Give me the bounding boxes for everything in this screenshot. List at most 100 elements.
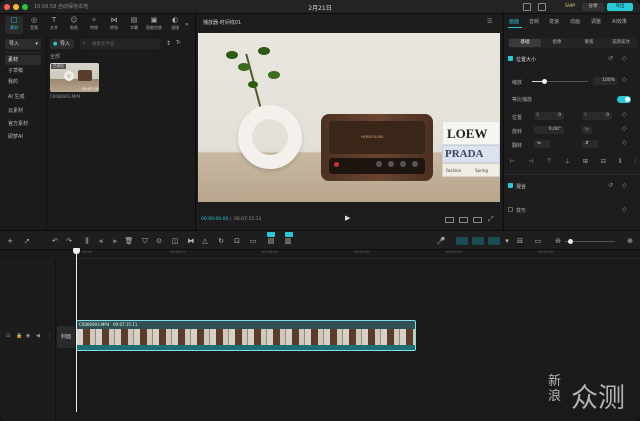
blend-checkbox[interactable] <box>508 183 513 188</box>
media-thumbnail[interactable]: 已添加 00:07:15 <box>50 63 99 92</box>
tab-speed[interactable]: 变速 <box>549 18 559 25</box>
import-button[interactable]: ● 导入 <box>50 39 74 49</box>
screenshot-icon[interactable] <box>473 217 482 223</box>
delete-icon[interactable]: 🗑 <box>124 236 134 246</box>
sidebar-item-media[interactable]: 素材 <box>5 55 41 65</box>
flip-vertical-button[interactable]: ⇵ <box>582 140 598 148</box>
section-checkbox[interactable] <box>508 56 513 61</box>
crop-icon[interactable]: ⊡ <box>232 236 242 246</box>
redo-icon[interactable]: ↷ <box>64 236 74 246</box>
auto-snap-button[interactable] <box>472 237 484 245</box>
tab-filters[interactable]: ◐ 滤镜 <box>166 16 184 34</box>
freeze-icon[interactable]: ⊙ <box>154 236 164 246</box>
tab-text[interactable]: T 文本 <box>45 16 63 34</box>
tab-animation[interactable]: 动画 <box>570 18 580 25</box>
sidebar-item-jimeng-ai[interactable]: 即梦AI <box>5 132 41 142</box>
ratio-icon[interactable] <box>459 217 468 223</box>
subtab-keying[interactable]: 抠像 <box>541 39 573 47</box>
mirror-icon[interactable]: ⧓ <box>186 236 196 246</box>
marker-icon[interactable]: ⛉ <box>140 236 150 246</box>
search-input[interactable]: ⌕ 搜索文件名 <box>80 39 160 49</box>
ai-tool-icon[interactable]: ▥ <box>283 236 293 246</box>
maximize-window-button[interactable] <box>22 4 28 10</box>
align-top-icon[interactable]: ⊤ <box>546 158 551 168</box>
tab-adjust[interactable]: 调整 <box>591 18 601 25</box>
vip-badge[interactable]: SVIP <box>560 3 580 11</box>
sidebar-item-official[interactable]: 官方素材 <box>5 119 41 129</box>
rotate-tool-icon[interactable]: ↻ <box>216 236 226 246</box>
lock-track-icon[interactable]: ⊡ <box>6 333 10 339</box>
fit-icon[interactable] <box>445 217 454 223</box>
zoom-in-icon[interactable]: ⊕ <box>625 236 635 246</box>
smart-crop-icon[interactable]: ▤ <box>266 236 276 246</box>
cover-button[interactable]: 封面 <box>57 326 75 348</box>
import-dropdown[interactable]: 导入 ▾ <box>5 39 41 49</box>
keyframe-icon[interactable]: ◇ <box>622 125 627 132</box>
keyframe-icon[interactable]: ◇ <box>622 206 627 213</box>
fullscreen-icon[interactable]: ⤢ <box>488 215 494 224</box>
cutout-icon[interactable]: ▭ <box>248 236 258 246</box>
visibility-icon[interactable]: ◉ <box>26 333 30 339</box>
position-y-input[interactable]: Y0 <box>582 112 612 120</box>
player-menu-icon[interactable]: ☰ <box>487 18 492 25</box>
flip-horizontal-button[interactable]: ⇋ <box>534 140 550 148</box>
filter-dropdown[interactable]: Tr <box>176 40 180 46</box>
tab-media[interactable]: □ 素材 <box>5 16 23 34</box>
preview-axis-icon[interactable]: ⊟ <box>515 236 525 246</box>
tab-effects[interactable]: ✧ 特效 <box>85 16 103 34</box>
tab-captions[interactable]: ▤ 字幕 <box>125 16 143 34</box>
position-x-input[interactable]: X0 <box>534 112 564 120</box>
zoom-out-icon[interactable]: ⊖ <box>553 236 563 246</box>
uniform-scale-toggle[interactable] <box>617 96 631 103</box>
split-left-icon[interactable]: ⫷ <box>96 236 106 246</box>
more-icon[interactable]: ⋮ <box>47 333 52 339</box>
split-icon[interactable]: ⫼ <box>82 236 92 246</box>
lock-icon[interactable]: 🔒 <box>16 333 22 339</box>
play-icon[interactable]: ▶ <box>345 214 350 222</box>
scale-input[interactable]: 100% <box>593 77 617 85</box>
video-preview[interactable]: HERMOSURA LOEW PRADA Fashion Spring <box>198 33 500 202</box>
close-window-button[interactable] <box>4 4 10 10</box>
minimize-window-button[interactable] <box>13 4 19 10</box>
subtab-mask[interactable]: 蒙版 <box>573 39 605 47</box>
linkage-button[interactable] <box>488 237 500 245</box>
zoom-slider-thumb[interactable] <box>568 239 573 244</box>
sidebar-item-mine[interactable]: 我的 <box>5 77 41 87</box>
tab-stickers[interactable]: ☺ 贴纸 <box>65 16 83 34</box>
keyframe-icon[interactable]: ◇ <box>622 139 627 146</box>
sidebar-item-cloud[interactable]: 云素材 <box>5 106 41 116</box>
reset-icon[interactable]: ↺ <box>608 182 613 189</box>
align-center-h-icon[interactable]: ⊞ <box>583 158 588 168</box>
share-button[interactable]: 分享 <box>582 3 604 11</box>
keyframe-icon[interactable]: ◇ <box>622 76 627 83</box>
sidebar-item-subdraft[interactable]: 子草稿 <box>5 66 41 76</box>
tab-picture[interactable]: 画面 <box>509 18 519 25</box>
more-tabs-icon[interactable]: » <box>185 21 189 28</box>
tab-transitions[interactable]: ⋈ 转场 <box>105 16 123 34</box>
mute-icon[interactable]: ◀ <box>36 333 40 339</box>
distribute-v-icon[interactable]: ⫶ <box>634 158 636 168</box>
reset-icon[interactable]: ↺ <box>608 55 613 62</box>
shortcut-icon[interactable] <box>538 3 546 11</box>
transform-checkbox[interactable] <box>508 207 513 212</box>
add-track-icon[interactable]: + <box>5 236 15 246</box>
sidebar-item-ai-generate[interactable]: AI 生成 <box>5 92 41 102</box>
keyframe-icon[interactable]: ◇ <box>622 55 627 62</box>
scale-slider-thumb[interactable] <box>542 79 547 84</box>
rotate-input[interactable]: 0.00° <box>534 126 564 134</box>
rotate-dial-icon[interactable]: ↻ <box>582 126 592 134</box>
chevron-down-icon[interactable]: ▾ <box>502 236 512 246</box>
undo-icon[interactable]: ↶ <box>50 236 60 246</box>
flip-icon[interactable]: △ <box>200 236 210 246</box>
tab-smart-pack[interactable]: ▣ 智能包装 <box>145 16 163 34</box>
tab-audio[interactable]: ◎ 音频 <box>25 16 43 34</box>
layout-icon[interactable] <box>523 3 531 11</box>
video-clip[interactable]: C0066903.MP4 00:07:15:11 <box>76 320 416 351</box>
align-right-icon[interactable]: ⊣ <box>528 158 533 168</box>
distribute-h-icon[interactable]: ⫴ <box>619 158 622 168</box>
subtab-beauty[interactable]: 美颜美体 <box>605 39 637 47</box>
select-tool-icon[interactable]: ➚ <box>22 236 32 246</box>
keyframe-icon[interactable]: ◇ <box>622 182 627 189</box>
microphone-icon[interactable]: 🎤 <box>436 236 446 246</box>
align-center-v-icon[interactable]: ⊟ <box>601 158 606 168</box>
